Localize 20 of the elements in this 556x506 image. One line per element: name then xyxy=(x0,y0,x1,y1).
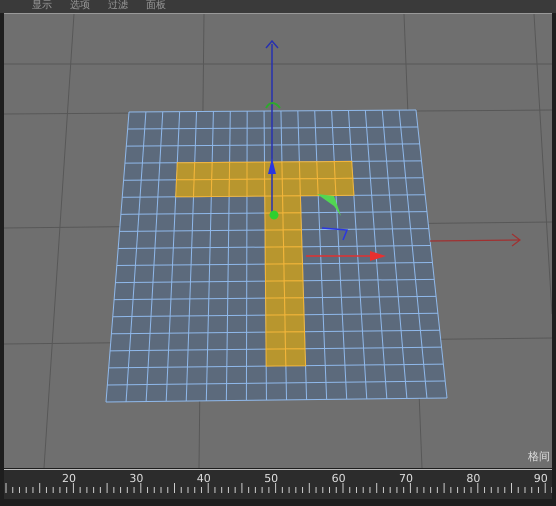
frame-label: 70 xyxy=(399,472,413,485)
frame-label: 90 xyxy=(534,472,548,485)
menu-item[interactable]: 过滤 xyxy=(108,0,128,13)
frame-label: 50 xyxy=(264,472,278,485)
frame-label: 40 xyxy=(196,472,211,485)
status-text: 格间 xyxy=(528,450,550,463)
y-move-handle[interactable] xyxy=(268,158,276,174)
menu-item[interactable]: 面板 xyxy=(146,0,166,13)
frame-label: 20 xyxy=(62,472,76,485)
x-move-handle[interactable] xyxy=(306,251,386,261)
menu-item[interactable]: 选项 xyxy=(70,0,90,13)
menu-item[interactable]: 显示 xyxy=(32,0,52,13)
center-handle[interactable] xyxy=(270,210,278,220)
rotation-handle[interactable] xyxy=(317,194,341,216)
rotation-handle[interactable] xyxy=(265,102,281,109)
frame-label: 80 xyxy=(466,472,480,485)
timeline-ruler[interactable] xyxy=(4,483,552,495)
frame-label: 60 xyxy=(332,472,346,485)
plane-handle[interactable] xyxy=(322,227,348,240)
frame-label: 30 xyxy=(129,472,144,485)
